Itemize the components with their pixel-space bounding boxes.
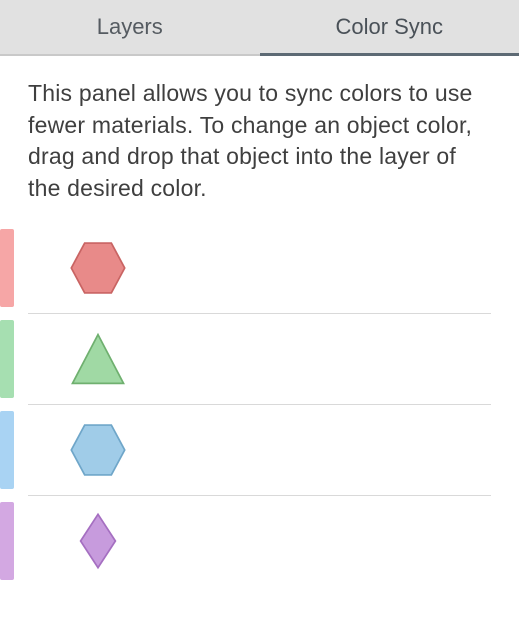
color-row[interactable] bbox=[28, 405, 491, 496]
tab-layers-label: Layers bbox=[97, 14, 163, 40]
color-row[interactable] bbox=[28, 314, 491, 405]
swatch-green bbox=[0, 320, 14, 398]
tab-color-sync-label: Color Sync bbox=[335, 14, 443, 40]
color-rows bbox=[28, 223, 491, 586]
triangle-icon bbox=[69, 330, 127, 388]
color-sync-panel: This panel allows you to sync colors to … bbox=[0, 56, 519, 596]
diamond-icon bbox=[69, 512, 127, 570]
color-row[interactable] bbox=[28, 223, 491, 314]
tab-layers[interactable]: Layers bbox=[0, 0, 260, 54]
panel-description: This panel allows you to sync colors to … bbox=[28, 78, 491, 205]
hexagon-icon bbox=[69, 239, 127, 297]
swatch-pink bbox=[0, 229, 14, 307]
swatch-blue bbox=[0, 411, 14, 489]
tab-color-sync[interactable]: Color Sync bbox=[260, 0, 519, 54]
shape-hexagon-blue[interactable] bbox=[66, 418, 130, 482]
swatch-purple bbox=[0, 502, 14, 580]
hexagon-icon bbox=[69, 421, 127, 479]
tab-bar: Layers Color Sync bbox=[0, 0, 519, 56]
shape-hexagon-pink[interactable] bbox=[66, 236, 130, 300]
shape-diamond-purple[interactable] bbox=[66, 509, 130, 573]
shape-triangle-green[interactable] bbox=[66, 327, 130, 391]
color-row[interactable] bbox=[28, 496, 491, 586]
